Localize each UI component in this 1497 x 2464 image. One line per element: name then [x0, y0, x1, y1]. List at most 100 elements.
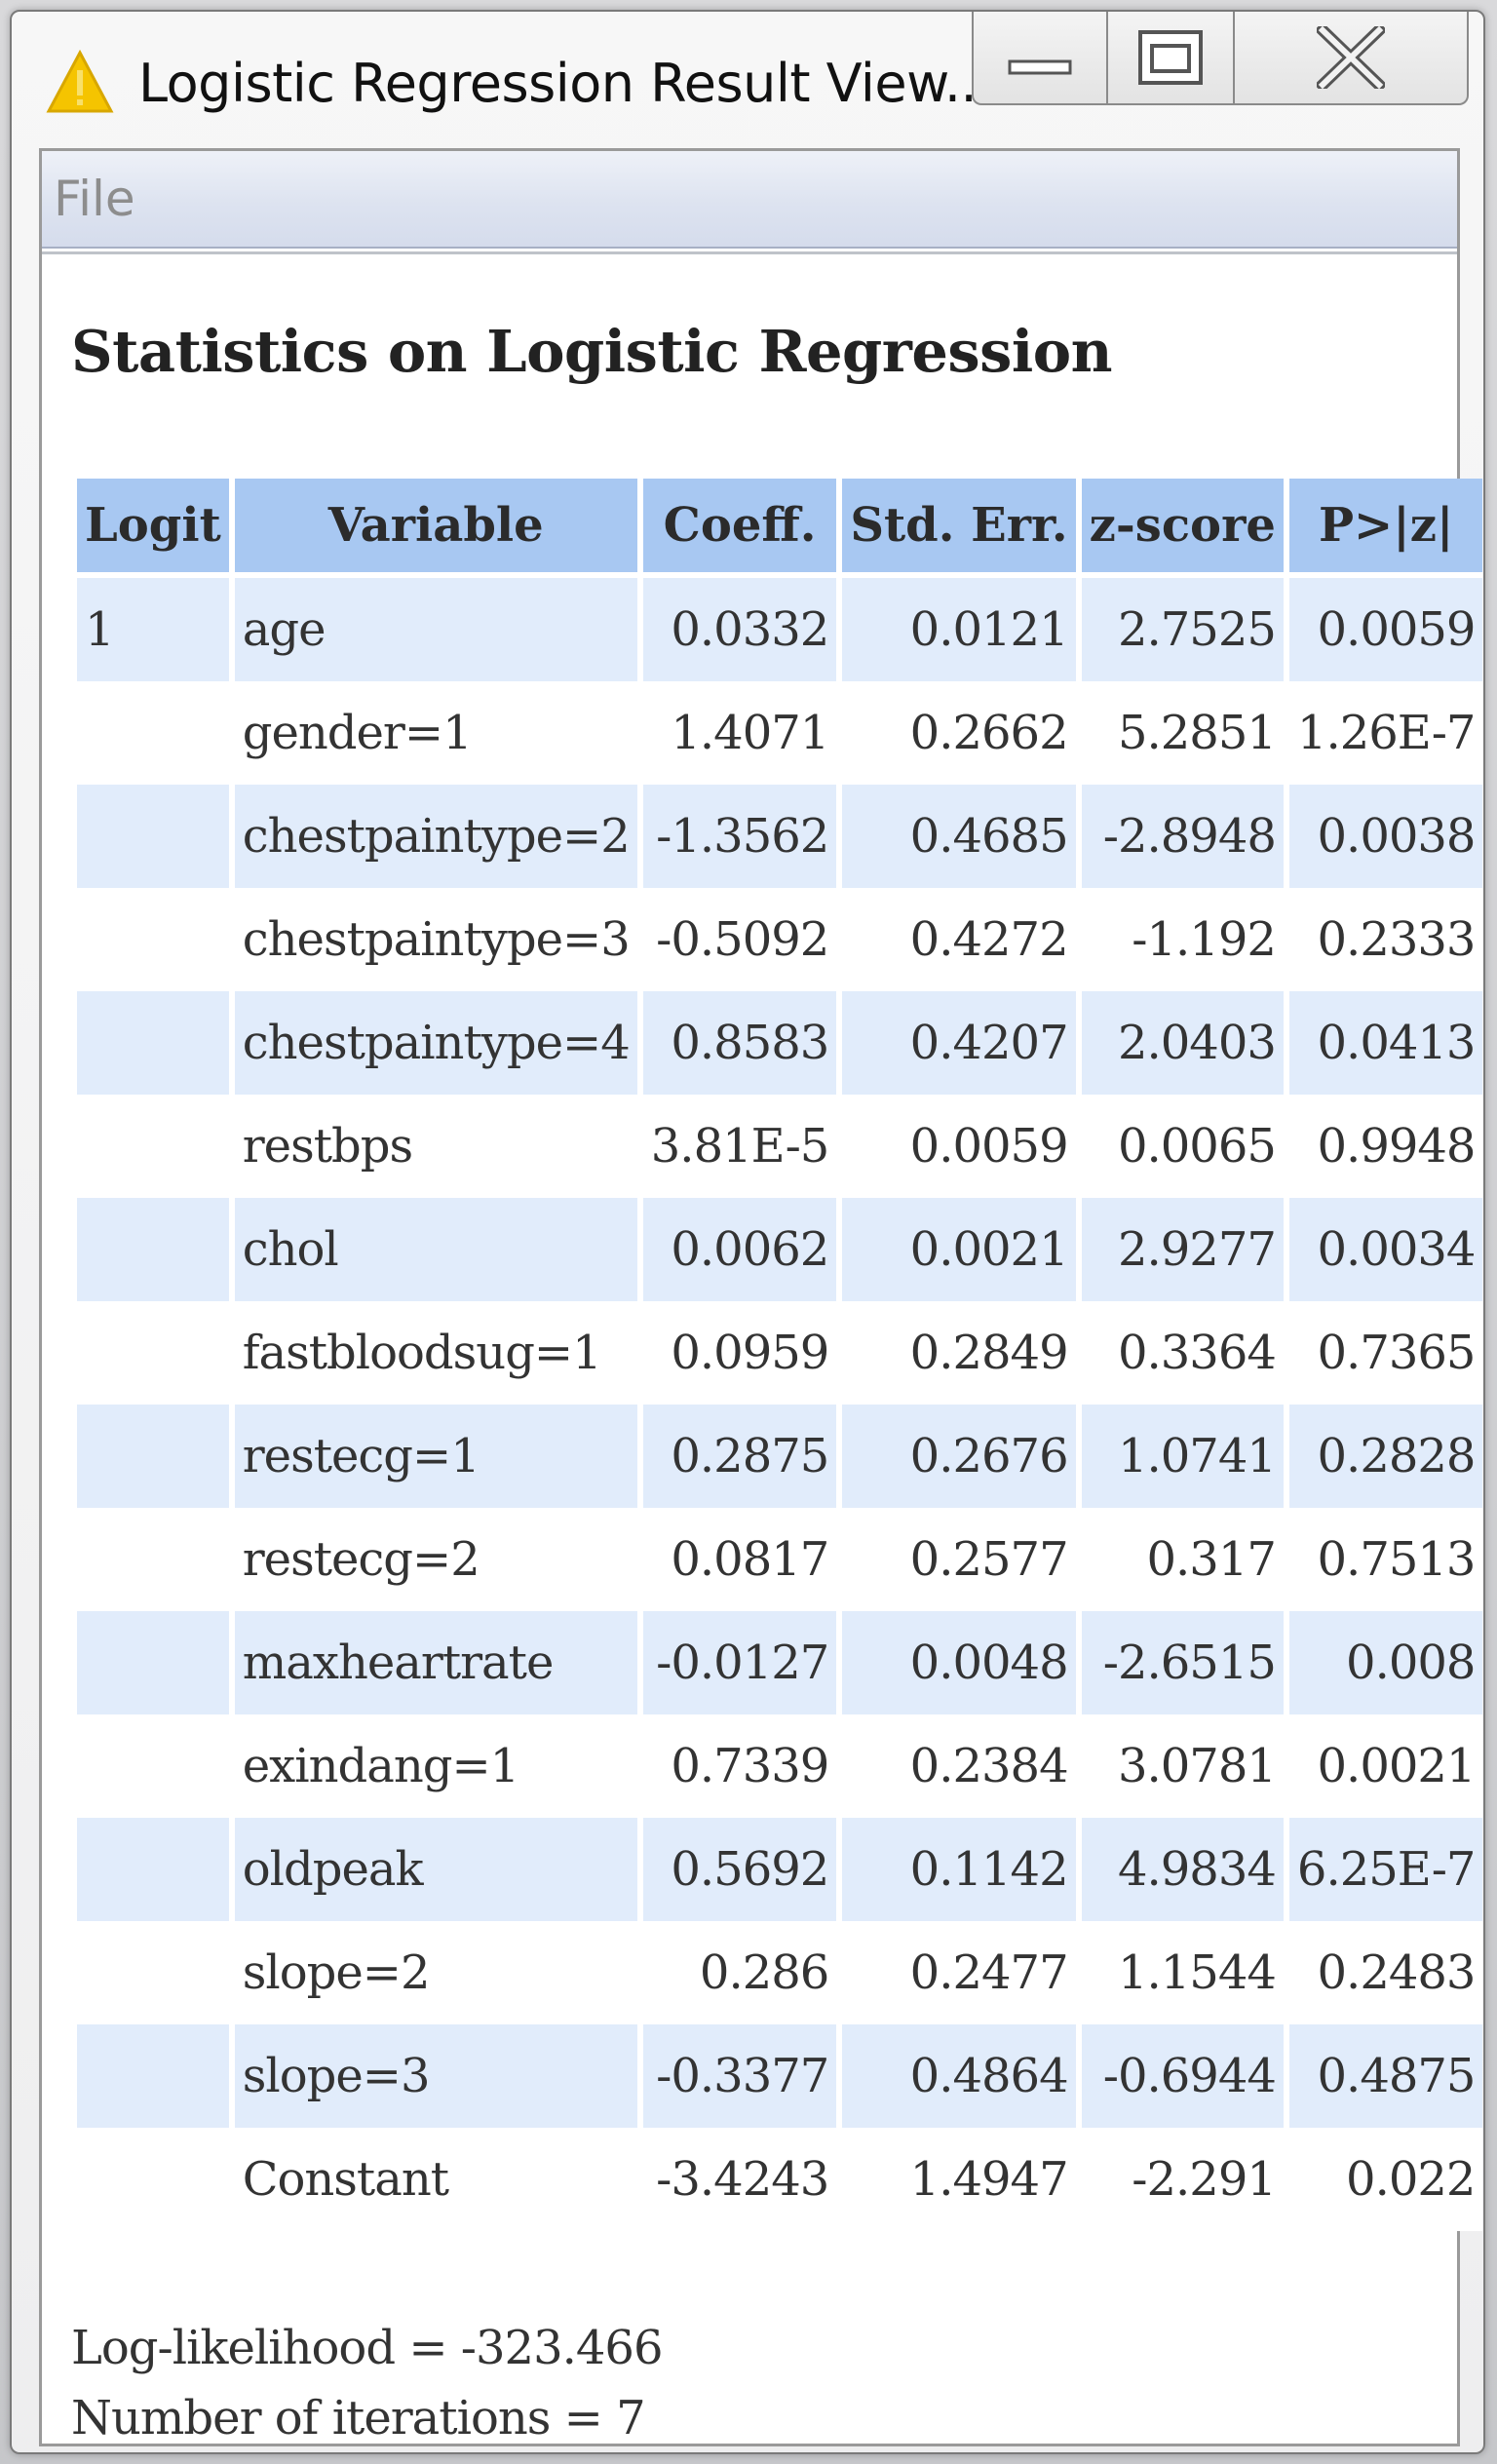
cell-p-value: 0.2333 [1288, 888, 1483, 991]
cell-p-value: 6.25E-7 [1288, 1818, 1483, 1921]
cell-coeff: 0.286 [642, 1921, 837, 2024]
cell-logit [77, 1301, 229, 1405]
maximize-icon [1138, 30, 1203, 85]
cell-coeff: 0.0959 [642, 1301, 837, 1405]
cell-std-err: 0.0021 [842, 1198, 1076, 1301]
log-likelihood-text: Log-likelihood = -323.466 [71, 2321, 663, 2375]
cell-coeff: -1.3562 [642, 785, 837, 888]
cell-z-score: -2.8948 [1081, 785, 1284, 888]
cell-logit [77, 1405, 229, 1508]
cell-z-score: 4.9834 [1081, 1818, 1284, 1921]
table-row: chestpaintype=3 -0.5092 0.4272 -1.192 0.2333 [77, 888, 1483, 991]
minimize-icon [1008, 59, 1072, 75]
cell-std-err: 0.4864 [842, 2024, 1076, 2128]
cell-z-score: -0.6944 [1081, 2024, 1284, 2128]
cell-variable: gender=1 [234, 681, 637, 785]
table-row: gender=1 1.4071 0.2662 5.2851 1.26E-7 [77, 681, 1483, 785]
maximize-button[interactable] [1108, 12, 1235, 105]
cell-z-score: 1.0741 [1081, 1405, 1284, 1508]
cell-logit [77, 991, 229, 1095]
cell-logit [77, 1095, 229, 1198]
table-row: Constant -3.4243 1.4947 -2.291 0.022 [77, 2128, 1483, 2231]
cell-variable: chol [234, 1198, 637, 1301]
cell-z-score: 2.9277 [1081, 1198, 1284, 1301]
cell-variable: restbps [234, 1095, 637, 1198]
cell-z-score: -2.291 [1081, 2128, 1284, 2231]
cell-coeff: -3.4243 [642, 2128, 837, 2231]
cell-variable: fastbloodsug=1 [234, 1301, 637, 1405]
cell-p-value: 0.0059 [1288, 578, 1483, 681]
table-row: fastbloodsug=1 0.0959 0.2849 0.3364 0.7365 [77, 1301, 1483, 1405]
column-header-p-value: P>|z| [1288, 479, 1483, 578]
cell-z-score: 5.2851 [1081, 681, 1284, 785]
cell-logit [77, 1921, 229, 2024]
cell-z-score: 2.0403 [1081, 991, 1284, 1095]
cell-logit [77, 2128, 229, 2231]
table-row: 1 age 0.0332 0.0121 2.7525 0.0059 [77, 578, 1483, 681]
cell-p-value: 0.0034 [1288, 1198, 1483, 1301]
cell-coeff: 1.4071 [642, 681, 837, 785]
cell-coeff: -0.0127 [642, 1611, 837, 1714]
table-body: 1 age 0.0332 0.0121 2.7525 0.0059 gender=1 1.40… [77, 578, 1483, 2231]
title-bar[interactable]: Logistic Regression Result View... [12, 12, 1483, 143]
cell-logit [77, 1818, 229, 1921]
cell-p-value: 0.2828 [1288, 1405, 1483, 1508]
cell-std-err: 0.2384 [842, 1714, 1076, 1818]
cell-z-score: 2.7525 [1081, 578, 1284, 681]
cell-variable: slope=2 [234, 1921, 637, 2024]
cell-std-err: 0.0048 [842, 1611, 1076, 1714]
warning-icon [46, 49, 114, 113]
column-header-logit: Logit [77, 479, 229, 578]
table-row: oldpeak 0.5692 0.1142 4.9834 6.25E-7 [77, 1818, 1483, 1921]
cell-logit [77, 681, 229, 785]
cell-z-score: 0.3364 [1081, 1301, 1284, 1405]
cell-variable: Constant [234, 2128, 637, 2231]
cell-std-err: 1.4947 [842, 2128, 1076, 2231]
cell-p-value: 0.4875 [1288, 2024, 1483, 2128]
cell-z-score: -2.6515 [1081, 1611, 1284, 1714]
client-area: File Statistics on Logistic Regression L… [39, 148, 1483, 2446]
cell-variable: age [234, 578, 637, 681]
minimize-button[interactable] [972, 12, 1108, 105]
iterations-text: Number of iterations = 7 [71, 2391, 646, 2445]
coefficients-table: Logit Variable Coeff. Std. Err. z-score … [71, 479, 1488, 2231]
cell-variable: restecg=2 [234, 1508, 637, 1611]
menu-file[interactable]: File [54, 171, 135, 227]
table-row: maxheartrate -0.0127 0.0048 -2.6515 0.008 [77, 1611, 1483, 1714]
cell-std-err: 0.2849 [842, 1301, 1076, 1405]
cell-coeff: -0.5092 [642, 888, 837, 991]
table-row: restecg=1 0.2875 0.2676 1.0741 0.2828 [77, 1405, 1483, 1508]
column-header-variable: Variable [234, 479, 637, 578]
cell-p-value: 1.26E-7 [1288, 681, 1483, 785]
window-title: Logistic Regression Result View... [138, 53, 993, 114]
cell-logit [77, 1508, 229, 1611]
cell-variable: chestpaintype=4 [234, 991, 637, 1095]
cell-coeff: -0.3377 [642, 2024, 837, 2128]
cell-logit [77, 2024, 229, 2128]
cell-logit [77, 1198, 229, 1301]
cell-p-value: 0.9948 [1288, 1095, 1483, 1198]
cell-std-err: 0.2577 [842, 1508, 1076, 1611]
cell-coeff: 0.0817 [642, 1508, 837, 1611]
cell-coeff: 3.81E-5 [642, 1095, 837, 1198]
table-row: chestpaintype=4 0.8583 0.4207 2.0403 0.0413 [77, 991, 1483, 1095]
close-button[interactable] [1235, 12, 1469, 105]
cell-z-score: 0.317 [1081, 1508, 1284, 1611]
cell-p-value: 0.7513 [1288, 1508, 1483, 1611]
cell-coeff: 0.8583 [642, 991, 837, 1095]
cell-logit [77, 1714, 229, 1818]
cell-variable: chestpaintype=2 [234, 785, 637, 888]
cell-p-value: 0.022 [1288, 2128, 1483, 2231]
column-header-z-score: z-score [1081, 479, 1284, 578]
cell-logit [77, 1611, 229, 1714]
cell-z-score: -1.192 [1081, 888, 1284, 991]
cell-coeff: 0.0062 [642, 1198, 837, 1301]
table-row: slope=3 -0.3377 0.4864 -0.6944 0.4875 [77, 2024, 1483, 2128]
cell-logit [77, 785, 229, 888]
menu-bar: File [42, 151, 1457, 249]
close-icon [1317, 26, 1385, 89]
result-view-window: Logistic Regression Result View... File … [10, 10, 1485, 2454]
cell-std-err: 0.0121 [842, 578, 1076, 681]
cell-p-value: 0.0021 [1288, 1714, 1483, 1818]
cell-variable: exindang=1 [234, 1714, 637, 1818]
